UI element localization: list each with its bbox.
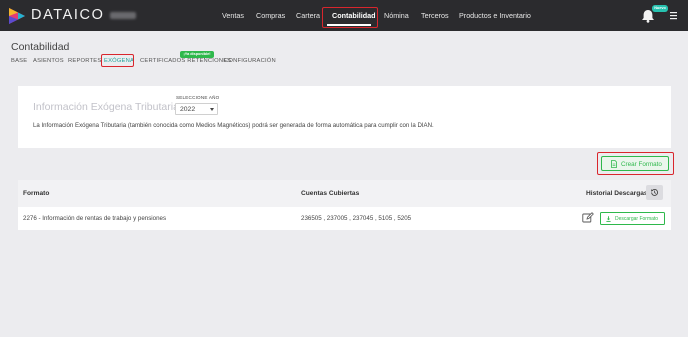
exogena-info-card: Información Exógena Tributaria SELECCION… (18, 86, 671, 148)
company-name-blurred (110, 12, 136, 19)
history-button[interactable] (646, 185, 663, 200)
hamburger-menu-icon[interactable] (670, 11, 677, 20)
column-header-cuentas: Cuentas Cubiertas (301, 190, 360, 197)
subtab-reportes[interactable]: REPORTES (68, 58, 101, 64)
download-icon (606, 216, 611, 222)
nav-nomina[interactable]: Nómina (384, 11, 409, 20)
highlight-box-subtab-exogena (101, 54, 134, 67)
year-select[interactable]: 2022 (175, 103, 218, 115)
info-heading: Información Exógena Tributaria (33, 101, 179, 113)
nav-terceros[interactable]: Terceros (421, 11, 449, 20)
available-badge: ¡Ya disponible! (180, 51, 214, 58)
cell-formato: 2276 - Información de rentas de trabajo … (23, 215, 167, 222)
history-icon (651, 189, 659, 196)
edit-icon[interactable] (582, 212, 594, 223)
year-select-label: SELECCIONE AÑO (176, 95, 220, 100)
subtab-base[interactable]: BASE (11, 58, 27, 64)
highlight-box-nav-contabilidad (322, 7, 378, 28)
download-format-label: Descargar Formato (615, 216, 659, 222)
download-format-button[interactable]: Descargar Formato (600, 212, 665, 225)
highlight-box-create-format (597, 152, 674, 175)
subtab-configuracion[interactable]: CONFIGURACIÓN (224, 58, 276, 64)
nav-compras[interactable]: Compras (256, 11, 285, 20)
cell-cuentas: 236505 , 237005 , 237045 , 5105 , 5205 (301, 215, 412, 222)
new-badge: Nuevo (652, 5, 668, 12)
subtab-asientos[interactable]: ASIENTOS (33, 58, 64, 64)
column-header-formato: Formato (23, 190, 50, 197)
nav-ventas[interactable]: Ventas (222, 11, 244, 20)
top-navbar: DATAICO Ventas Compras Cartera Contabili… (0, 0, 688, 31)
info-description: La Información Exógena Tributaria (tambi… (33, 122, 434, 129)
page-title: Contabilidad (11, 41, 70, 53)
nav-cartera[interactable]: Cartera (296, 11, 320, 20)
year-select-value: 2022 (180, 106, 196, 113)
nav-productos-inventario[interactable]: Productos e Inventario (459, 11, 531, 20)
dataico-logo-icon[interactable] (8, 7, 26, 25)
subtab-certificados-retenciones[interactable]: CERTIFICADOS RETENCIONES (140, 58, 231, 64)
table-header: Formato Cuentas Cubiertas Historial Desc… (18, 180, 671, 207)
brand-name: DATAICO (31, 7, 105, 23)
column-header-historial: Historial Descargas (586, 190, 648, 197)
formats-table: Formato Cuentas Cubiertas Historial Desc… (18, 180, 671, 230)
caret-down-icon (210, 108, 214, 111)
